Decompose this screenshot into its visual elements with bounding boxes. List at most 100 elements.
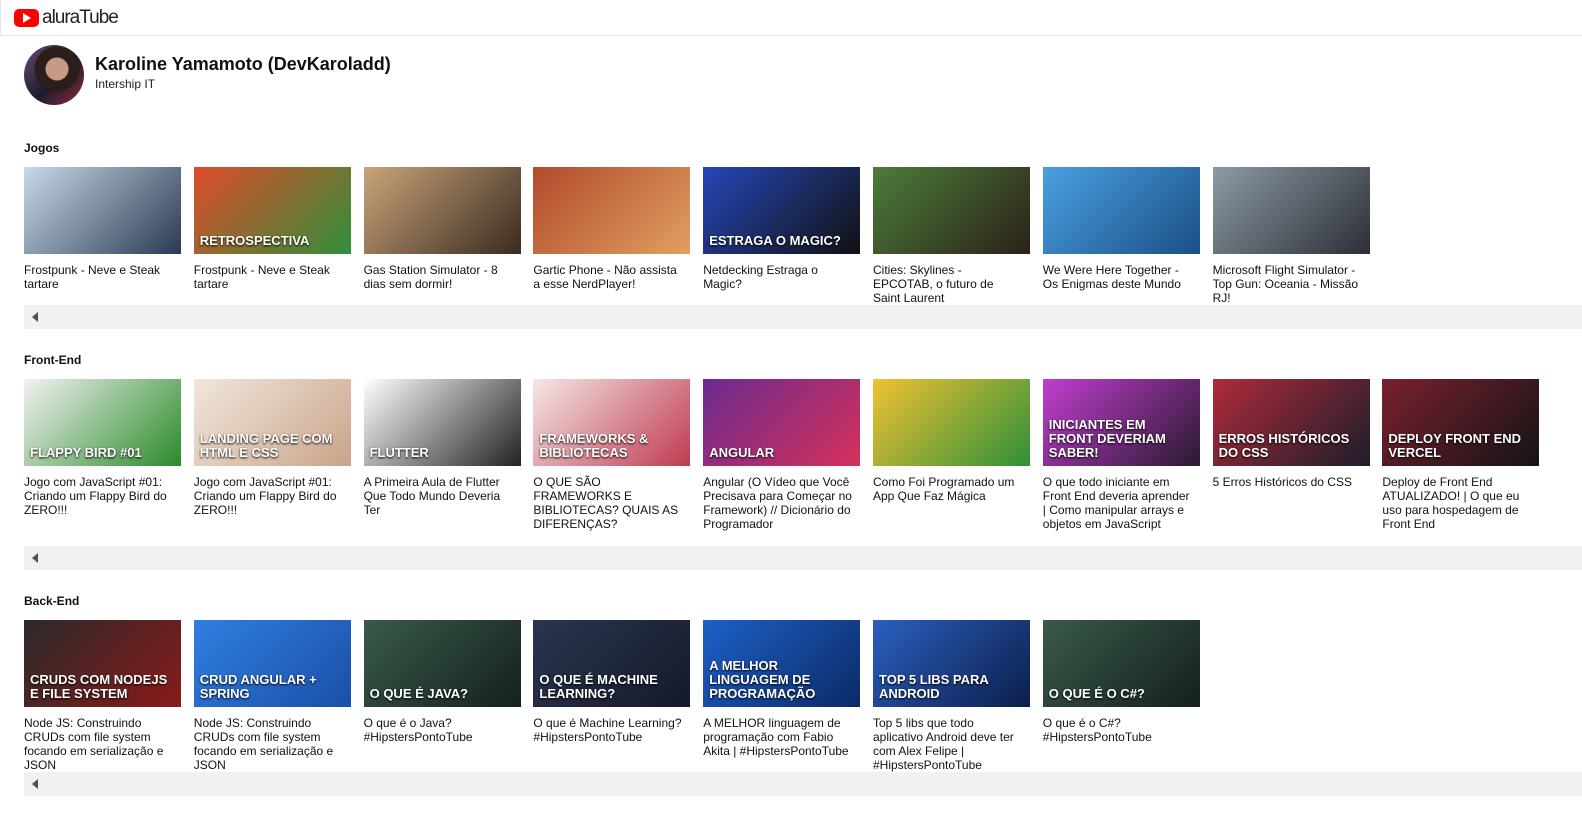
- video-card[interactable]: Como Foi Programado um App Que Faz Mágic…: [873, 379, 1030, 503]
- video-title[interactable]: Jogo com JavaScript #01: Criando um Flap…: [194, 475, 344, 517]
- video-card[interactable]: RETROSPECTIVA Frostpunk - Neve e Steak ta…: [193, 167, 351, 291]
- thumbnail-text: DEPLOY FRONT END VERCEL: [1388, 431, 1522, 460]
- scroll-left-icon[interactable]: [32, 312, 38, 322]
- video-card[interactable]: TOP 5 LIBS PARA ANDROID Top 5 libs que to…: [873, 620, 1030, 772]
- video-title[interactable]: O que é Machine Learning? #HipstersPonto…: [533, 716, 683, 744]
- horizontal-scrollbar[interactable]: [24, 305, 1582, 329]
- video-title[interactable]: Frostpunk - Neve e Steak tartare: [24, 263, 174, 291]
- video-card[interactable]: ESTRAGA O MAGIC? Netdecking Estraga o Mag…: [703, 167, 861, 291]
- video-title[interactable]: We Were Here Together - Os Enigmas deste…: [1043, 263, 1193, 291]
- video-card[interactable]: INICIANTES EM FRONT DEVERIAM SABER! O que…: [1042, 379, 1200, 531]
- profile-name: Karoline Yamamoto (DevKaroladd): [95, 53, 391, 74]
- video-title[interactable]: Gartic Phone - Não assista a esse NerdPl…: [533, 263, 683, 291]
- video-title[interactable]: Como Foi Programado um App Que Faz Mágic…: [873, 475, 1023, 503]
- video-title[interactable]: Top 5 libs que todo aplicativo Android d…: [873, 716, 1023, 772]
- video-card[interactable]: CRUD ANGULAR + SPRING Node JS: Construind…: [193, 620, 351, 772]
- video-thumbnail[interactable]: [1212, 167, 1370, 254]
- video-thumbnail[interactable]: LANDING PAGE COM HTML E CSS: [193, 379, 351, 466]
- video-thumbnail[interactable]: CRUD ANGULAR + SPRING: [193, 620, 351, 707]
- horizontal-scrollbar[interactable]: [24, 772, 1582, 796]
- video-card[interactable]: Frostpunk - Neve e Steak tartare: [24, 167, 181, 291]
- video-card[interactable]: LANDING PAGE COM HTML E CSS Jogo com Java…: [193, 379, 351, 517]
- video-title[interactable]: O que é o C#? #HipstersPontoTube: [1043, 716, 1193, 744]
- thumbnail-text: Flutter: [369, 445, 429, 460]
- thumbnail-text: A MELHOR LINGUAGEM DE PROGRAMAÇÃO: [709, 658, 816, 701]
- video-title[interactable]: O que todo iniciante em Front End deveri…: [1043, 475, 1193, 531]
- section-title: Front-End: [24, 353, 82, 367]
- video-title[interactable]: Gas Station Simulator - 8 dias sem dormi…: [364, 263, 514, 291]
- video-thumbnail[interactable]: Flutter: [363, 379, 521, 466]
- video-thumbnail[interactable]: ESTRAGA O MAGIC?: [703, 167, 861, 254]
- horizontal-scrollbar[interactable]: [24, 546, 1582, 570]
- video-title[interactable]: A MELHOR linguagem de programação com Fa…: [703, 716, 853, 758]
- video-thumbnail[interactable]: Flappy Bird #01: [24, 379, 181, 466]
- video-thumbnail[interactable]: O QUE É O C#?: [1042, 620, 1200, 707]
- video-thumbnail[interactable]: [363, 167, 521, 254]
- video-thumbnail[interactable]: [873, 167, 1030, 254]
- play-logo-icon: [14, 8, 39, 27]
- profile-header: Karoline Yamamoto (DevKaroladd) Intershi…: [24, 45, 1582, 105]
- thumbnail-text: ESTRAGA O MAGIC?: [709, 233, 841, 248]
- video-card[interactable]: Flutter A Primeira Aula de Flutter Que To…: [363, 379, 521, 517]
- video-thumbnail[interactable]: FRAMEWORKS & BIBLIOTECAS: [533, 379, 691, 466]
- video-thumbnail[interactable]: CRUDS COM NODEJS E FILE SYSTEM: [24, 620, 181, 707]
- video-card[interactable]: Gartic Phone - Não assista a esse NerdPl…: [533, 167, 691, 291]
- video-title[interactable]: Microsoft Flight Simulator - Top Gun: Oc…: [1213, 263, 1363, 305]
- video-card[interactable]: We Were Here Together - Os Enigmas deste…: [1042, 167, 1200, 291]
- video-thumbnail[interactable]: TOP 5 LIBS PARA ANDROID: [873, 620, 1030, 707]
- section-title: Jogos: [24, 141, 60, 155]
- video-title[interactable]: 5 Erros Históricos do CSS: [1213, 475, 1363, 489]
- video-thumbnail[interactable]: RETROSPECTIVA: [193, 167, 351, 254]
- thumbnail-text: RETROSPECTIVA: [199, 233, 310, 248]
- alura-tube-logo[interactable]: aluraTube: [14, 6, 119, 29]
- video-title[interactable]: Netdecking Estraga o Magic?: [703, 263, 853, 291]
- video-card[interactable]: Microsoft Flight Simulator - Top Gun: Oc…: [1212, 167, 1370, 305]
- video-card[interactable]: DEPLOY FRONT END VERCEL Deploy de Front E…: [1382, 379, 1540, 531]
- video-thumbnail[interactable]: [24, 167, 181, 254]
- thumbnail-text: O QUE É MACHINE LEARNING?: [539, 672, 658, 701]
- video-title[interactable]: Cities: Skylines - EPCOTAB, o futuro de …: [873, 263, 1023, 305]
- thumbnail-text: ERROS HISTÓRICOS DO CSS: [1218, 431, 1350, 460]
- video-thumbnail[interactable]: O QUE É MACHINE LEARNING?: [533, 620, 691, 707]
- thumbnail-text: Flappy Bird #01: [30, 445, 142, 460]
- video-thumbnail[interactable]: [1042, 167, 1200, 254]
- video-card[interactable]: FRAMEWORKS & BIBLIOTECAS O QUE SÃO FRAMEW…: [533, 379, 691, 531]
- video-card[interactable]: Flappy Bird #01 Jogo com JavaScript #01: …: [24, 379, 181, 517]
- video-thumbnail[interactable]: ANGULAR: [703, 379, 861, 466]
- video-thumbnail[interactable]: O QUE É JAVA?: [363, 620, 521, 707]
- video-title[interactable]: A Primeira Aula de Flutter Que Todo Mund…: [364, 475, 514, 517]
- video-card[interactable]: O QUE É O C#? O que é o C#? #HipstersPont…: [1042, 620, 1200, 744]
- video-title[interactable]: Deploy de Front End ATUALIZADO! | O que …: [1382, 475, 1532, 531]
- video-thumbnail[interactable]: INICIANTES EM FRONT DEVERIAM SABER!: [1042, 379, 1200, 466]
- thumbnail-text: TOP 5 LIBS PARA ANDROID: [879, 672, 989, 701]
- scroll-left-icon[interactable]: [32, 779, 38, 789]
- video-thumbnail[interactable]: DEPLOY FRONT END VERCEL: [1382, 379, 1540, 466]
- thumbnail-text: LANDING PAGE COM HTML E CSS: [199, 431, 333, 460]
- video-title[interactable]: Jogo com JavaScript #01: Criando um Flap…: [24, 475, 174, 517]
- video-title[interactable]: O que é o Java? #HipstersPontoTube: [364, 716, 514, 744]
- thumbnail-text: O QUE É JAVA?: [369, 686, 469, 701]
- video-thumbnail[interactable]: A MELHOR LINGUAGEM DE PROGRAMAÇÃO: [703, 620, 861, 707]
- video-card[interactable]: CRUDS COM NODEJS E FILE SYSTEM Node JS: C…: [24, 620, 181, 772]
- video-thumbnail[interactable]: ERROS HISTÓRICOS DO CSS: [1212, 379, 1370, 466]
- video-card[interactable]: O QUE É JAVA? O que é o Java? #HipstersPo…: [363, 620, 521, 744]
- thumbnail-text: INICIANTES EM FRONT DEVERIAM SABER!: [1048, 417, 1166, 460]
- logo-text: aluraTube: [42, 6, 119, 28]
- video-thumbnail[interactable]: [873, 379, 1030, 466]
- video-card[interactable]: Cities: Skylines - EPCOTAB, o futuro de …: [873, 167, 1030, 305]
- video-title[interactable]: Node JS: Construindo CRUDs com file syst…: [24, 716, 174, 772]
- video-thumbnail[interactable]: [533, 167, 691, 254]
- video-card[interactable]: A MELHOR LINGUAGEM DE PROGRAMAÇÃO A MELHO…: [703, 620, 861, 758]
- video-card[interactable]: O QUE É MACHINE LEARNING? O que é Machine…: [533, 620, 691, 744]
- video-card[interactable]: ANGULAR Angular (O Vídeo que Você Precisa…: [703, 379, 861, 531]
- thumbnail-text: CRUDS COM NODEJS E FILE SYSTEM: [30, 672, 168, 701]
- thumbnail-text: FRAMEWORKS & BIBLIOTECAS: [539, 431, 649, 460]
- video-title[interactable]: Angular (O Vídeo que Você Precisava para…: [703, 475, 853, 531]
- video-title[interactable]: O QUE SÃO FRAMEWORKS E BIBLIOTECAS? QUAI…: [533, 475, 683, 531]
- section-title: Back-End: [24, 594, 80, 608]
- video-title[interactable]: Frostpunk - Neve e Steak tartare: [194, 263, 344, 291]
- video-card[interactable]: Gas Station Simulator - 8 dias sem dormi…: [363, 167, 521, 291]
- video-title[interactable]: Node JS: Construindo CRUDs com file syst…: [194, 716, 344, 772]
- scroll-left-icon[interactable]: [32, 553, 38, 563]
- video-card[interactable]: ERROS HISTÓRICOS DO CSS 5 Erros Histórico…: [1212, 379, 1370, 489]
